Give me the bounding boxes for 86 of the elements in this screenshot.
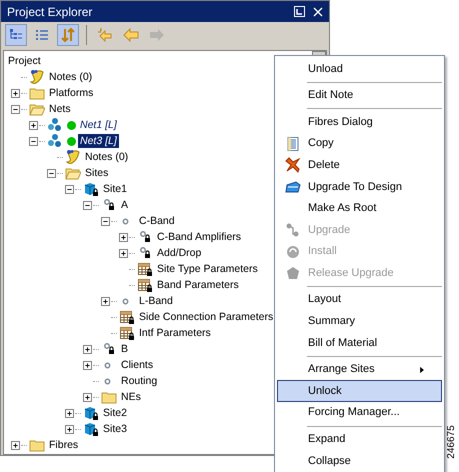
plus-icon [66, 426, 73, 432]
close-icon[interactable] [313, 6, 323, 16]
expand-button[interactable] [65, 424, 74, 434]
menu-item[interactable]: Collapse [277, 450, 442, 472]
menu-item[interactable]: Layout [277, 288, 442, 311]
expand-button[interactable] [83, 392, 92, 402]
tree-item[interactable]: L-Band [137, 294, 175, 308]
collapse-button[interactable] [11, 104, 20, 114]
menu-item[interactable]: Edit Note [277, 84, 442, 106]
menu-item[interactable]: Copy [277, 132, 442, 154]
delete-icon [285, 157, 301, 174]
copy-icon [285, 136, 301, 152]
plus-icon [120, 234, 127, 240]
tree-item[interactable]: Site1 [101, 182, 129, 196]
notes-icon [29, 69, 45, 85]
network-icon [47, 133, 63, 149]
tree-item[interactable]: Net1 [L] [78, 118, 119, 132]
tree-item[interactable]: C-Band Amplifiers [155, 230, 244, 244]
collapse-button[interactable] [83, 200, 92, 210]
window-title: Project Explorer [7, 4, 92, 20]
expand-button[interactable] [83, 344, 92, 354]
collapse-button[interactable] [47, 168, 56, 178]
menu-item[interactable]: Upgrade To Design [277, 176, 442, 198]
collapse-button[interactable] [65, 184, 74, 194]
plus-icon [66, 410, 73, 416]
menu-item[interactable]: Summary [277, 310, 442, 332]
tree-item[interactable]: Side Connection Parameters [137, 310, 276, 324]
tree-view-button[interactable] [5, 24, 27, 46]
expand-button[interactable] [83, 360, 92, 370]
menu-item[interactable]: Arrange Sites [277, 358, 442, 380]
tree-item[interactable]: Routing [119, 374, 160, 388]
tree-item[interactable]: Site3 [101, 422, 129, 436]
expand-button[interactable] [119, 248, 128, 258]
menu-item[interactable]: Expand [277, 428, 442, 450]
network-icon [47, 117, 63, 133]
collapse-button[interactable] [101, 216, 110, 226]
plus-icon [12, 442, 19, 448]
expand-button[interactable] [11, 440, 20, 450]
collapse-button[interactable] [29, 136, 38, 146]
list-icon [34, 27, 50, 43]
tree-item[interactable]: C-Band [137, 214, 177, 228]
back-arrow-icon [97, 27, 113, 43]
figure-number: 246675 [446, 424, 458, 461]
folder-icon [285, 178, 301, 195]
sort-icon [60, 27, 76, 43]
tree-item[interactable]: Sites [83, 166, 110, 180]
expand-button[interactable] [11, 88, 20, 98]
tree-item[interactable]: Site Type Parameters [155, 262, 260, 276]
plus-icon [12, 90, 19, 96]
notes-icon [65, 149, 81, 165]
restore-icon[interactable] [294, 6, 305, 17]
tree-item[interactable]: A [119, 198, 130, 212]
expand-button[interactable] [119, 232, 128, 242]
tree-item[interactable]: Add/Drop [155, 246, 204, 260]
expand-button[interactable] [101, 296, 110, 306]
menu-item[interactable]: Forcing Manager... [277, 402, 442, 424]
plus-icon [120, 250, 127, 256]
menu-item[interactable]: Unload [277, 58, 442, 80]
tree-item[interactable]: Platforms [47, 86, 96, 100]
menu-item[interactable]: Make As Root [277, 198, 442, 220]
menu-item[interactable]: Delete [277, 154, 442, 176]
tree-item[interactable]: Project [6, 54, 43, 68]
forward-arrow-icon [149, 27, 165, 43]
menu-item[interactable]: Unlock [277, 380, 442, 402]
tree-item[interactable]: Site2 [101, 406, 129, 420]
plus-icon [102, 298, 109, 304]
plus-icon [84, 362, 91, 368]
tree-item[interactable]: Clients [119, 358, 156, 372]
tree-item[interactable]: Intf Parameters [137, 326, 213, 340]
plus-icon [30, 122, 37, 128]
menu-item[interactable]: Bill of Material [277, 332, 442, 354]
tree-item[interactable]: Notes (0) [47, 70, 94, 84]
tree-item[interactable]: B [119, 342, 130, 356]
expand-button[interactable] [29, 120, 38, 130]
tree-item[interactable]: NEs [119, 390, 143, 404]
plus-icon [84, 394, 91, 400]
tree-item[interactable]: Band Parameters [155, 278, 241, 292]
tree-item[interactable]: Fibres [47, 438, 80, 452]
tree-item[interactable]: Notes (0) [83, 150, 130, 164]
expand-button[interactable] [65, 408, 74, 418]
plus-icon [84, 346, 91, 352]
tree-item[interactable]: Net3 [L] [78, 134, 119, 148]
pentagon-icon [285, 265, 301, 282]
back-arrow-icon [123, 27, 139, 43]
menu-item[interactable]: Fibres Dialog [277, 111, 442, 133]
tree-item[interactable]: Nets [47, 102, 73, 116]
